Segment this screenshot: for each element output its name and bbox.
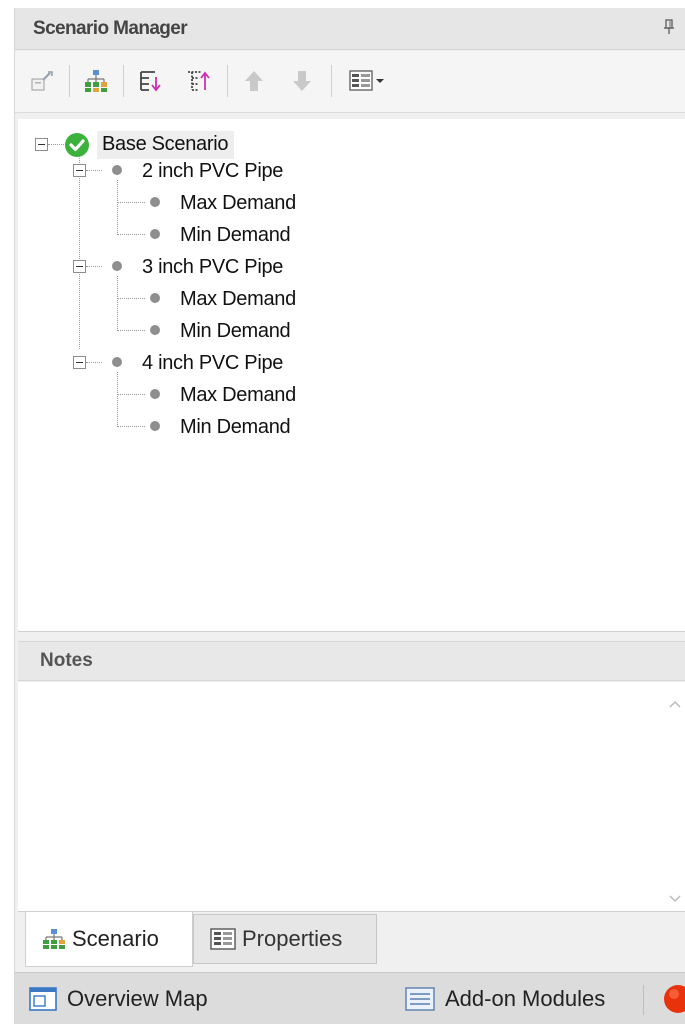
tree-node-label: 4 inch PVC Pipe (142, 351, 284, 374)
tree-node-label: Max Demand (180, 287, 296, 310)
scenario-dot-icon (112, 261, 122, 271)
notes-header: Notes (18, 641, 685, 681)
record-status-icon[interactable] (658, 973, 685, 1025)
tree-node-min-demand[interactable]: Min Demand (180, 412, 291, 442)
move-up-icon[interactable] (237, 64, 271, 98)
properties-grid-icon (210, 928, 236, 950)
panel-tabs: Scenario Properties (15, 912, 685, 972)
tab-scenario[interactable]: Scenario (25, 912, 193, 967)
scenario-dot-icon (150, 293, 160, 303)
notes-title: Notes (40, 650, 93, 671)
tree-node-label: Base Scenario (97, 131, 235, 159)
tree-node-2-inch-pvc-pipe[interactable]: 2 inch PVC Pipe (142, 156, 283, 186)
add-on-modules-label: Add-on Modules (445, 986, 606, 1011)
scenario-tree: Base Scenario 2 inch PVC Pipe Max Demand… (18, 119, 685, 632)
collapse-4-inch-pvc-pipe[interactable] (73, 356, 86, 369)
collapse-3-inch-pvc-pipe[interactable] (73, 260, 86, 273)
move-down-icon[interactable] (285, 64, 319, 98)
overview-map-button[interactable]: Overview Map (29, 973, 208, 1025)
add-on-modules-button[interactable]: Add-on Modules (405, 973, 605, 1025)
sort-down-icon[interactable] (133, 64, 167, 98)
scenario-dot-icon (150, 421, 160, 431)
notes-textarea[interactable] (18, 682, 685, 912)
panel-title: Scenario Manager (33, 17, 188, 39)
tree-node-min-demand[interactable]: Min Demand (180, 220, 291, 250)
tree-node-label: Max Demand (180, 383, 296, 406)
tab-label: Scenario (72, 926, 159, 951)
scenario-dot-icon (150, 197, 160, 207)
collapse-base-scenario[interactable] (35, 138, 48, 151)
sort-up-icon[interactable] (181, 64, 215, 98)
modules-list-icon (405, 987, 435, 1011)
tree-node-3-inch-pvc-pipe[interactable]: 3 inch PVC Pipe (142, 252, 283, 282)
tab-properties[interactable]: Properties (193, 914, 377, 964)
tree-node-min-demand[interactable]: Min Demand (180, 316, 291, 346)
bottom-bar: Overview Map Add-on Modules (15, 972, 685, 1024)
tree-node-label: Min Demand (180, 223, 291, 246)
scenario-dot-icon (150, 389, 160, 399)
tree-node-label: Max Demand (180, 191, 296, 214)
pin-icon[interactable] (662, 18, 676, 36)
tree-node-label: Min Demand (180, 319, 291, 342)
clone-scenario-icon[interactable] (25, 64, 59, 98)
tree-node-max-demand[interactable]: Max Demand (180, 380, 296, 410)
tree-node-label: 3 inch PVC Pipe (142, 255, 284, 278)
scenario-manager-panel: Scenario Manager Base Scenario 2 inch PV… (14, 8, 685, 1024)
hierarchy-icon[interactable] (79, 64, 113, 98)
panel-titlebar: Scenario Manager (15, 8, 685, 50)
tree-node-label: Min Demand (180, 415, 291, 438)
overview-map-icon (29, 986, 59, 1012)
view-options-icon[interactable] (343, 64, 393, 98)
scenario-dot-icon (150, 229, 160, 239)
tree-node-max-demand[interactable]: Max Demand (180, 284, 296, 314)
tree-node-max-demand[interactable]: Max Demand (180, 188, 296, 218)
scenario-toolbar (15, 51, 685, 113)
scenario-dot-icon (112, 165, 122, 175)
collapse-2-inch-pvc-pipe[interactable] (73, 164, 86, 177)
tab-label: Properties (242, 926, 343, 951)
tree-node-label: 2 inch PVC Pipe (142, 159, 284, 182)
overview-map-label: Overview Map (67, 986, 208, 1011)
scenario-dot-icon (112, 357, 122, 367)
check-circle-icon (64, 132, 90, 158)
scenario-dot-icon (150, 325, 160, 335)
scroll-up-icon[interactable] (668, 696, 682, 708)
hierarchy-icon (42, 928, 66, 950)
tree-node-4-inch-pvc-pipe[interactable]: 4 inch PVC Pipe (142, 348, 283, 378)
scroll-down-icon[interactable] (668, 891, 682, 903)
